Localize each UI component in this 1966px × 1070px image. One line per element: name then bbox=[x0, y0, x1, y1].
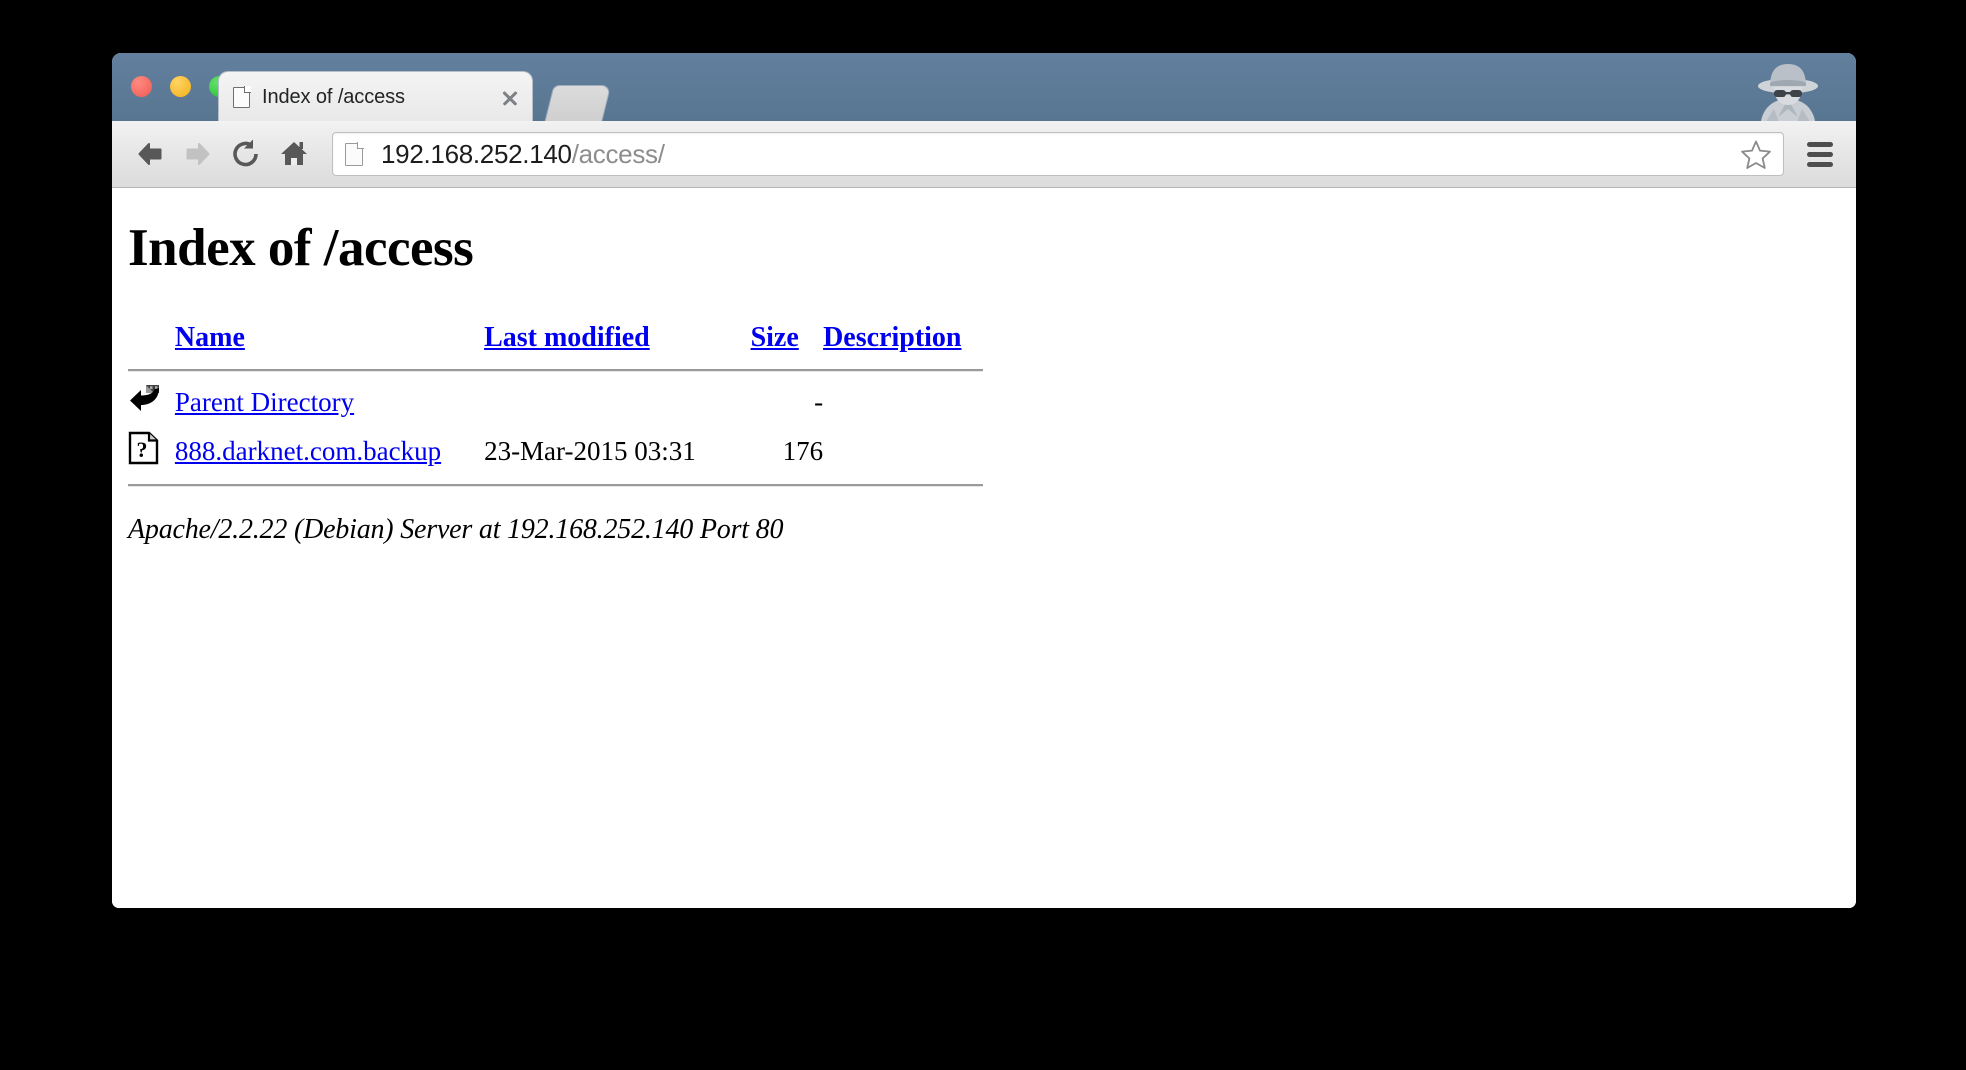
header-divider-cell bbox=[128, 360, 983, 383]
row-description-cell bbox=[823, 383, 983, 421]
desktop-background: Index of /access 192.168.252.140/access/… bbox=[0, 0, 1966, 1070]
row-icon-cell: ? bbox=[128, 431, 175, 472]
forward-arrow-icon bbox=[174, 130, 222, 178]
page-title: Index of /access bbox=[128, 219, 474, 277]
star-icon[interactable] bbox=[1737, 135, 1775, 173]
hamburger-menu-icon[interactable] bbox=[1798, 130, 1842, 178]
browser-tabstrip: Index of /access bbox=[112, 53, 1856, 121]
row-spacer bbox=[128, 421, 983, 431]
page-info-document-icon bbox=[345, 141, 364, 166]
reload-icon[interactable] bbox=[222, 130, 270, 178]
window-controls bbox=[131, 76, 230, 97]
column-header-size[interactable]: Size bbox=[751, 322, 823, 360]
sort-by-description-link[interactable]: Description bbox=[823, 322, 961, 353]
row-description-cell bbox=[823, 431, 983, 472]
home-icon[interactable] bbox=[270, 130, 318, 178]
directory-listing: Name Last modified Size Description Pare… bbox=[128, 322, 1856, 487]
row-name-cell[interactable]: Parent Directory bbox=[175, 383, 484, 421]
column-header-last-modified[interactable]: Last modified bbox=[484, 322, 751, 360]
server-signature: Apache/2.2.22 (Debian) Server at 192.168… bbox=[128, 514, 784, 545]
parent-directory-icon bbox=[128, 385, 161, 420]
file-link[interactable]: 888.darknet.com.backup bbox=[175, 436, 441, 466]
sort-by-date-link[interactable]: Last modified bbox=[484, 322, 650, 353]
address-bar[interactable]: 192.168.252.140/access/ bbox=[332, 132, 1784, 176]
footer-divider-row bbox=[128, 472, 983, 487]
document-icon bbox=[233, 86, 251, 108]
table-row[interactable]: ? 888.darknet.com.backup 23-Mar-2015 03:… bbox=[128, 431, 983, 472]
back-arrow-icon[interactable] bbox=[126, 130, 174, 178]
minimize-window-button[interactable] bbox=[170, 76, 191, 97]
table-header-row: Name Last modified Size Description bbox=[128, 322, 983, 360]
row-size-cell: - bbox=[814, 386, 824, 417]
browser-toolbar: 192.168.252.140/access/ bbox=[112, 121, 1856, 188]
url-path: /access/ bbox=[571, 138, 665, 169]
new-tab-button[interactable] bbox=[544, 85, 612, 121]
unknown-file-icon: ? bbox=[128, 431, 159, 471]
table-row[interactable]: Parent Directory - bbox=[128, 383, 983, 421]
close-icon[interactable] bbox=[498, 86, 522, 110]
header-divider-row bbox=[128, 360, 983, 383]
url-host: 192.168.252.140 bbox=[381, 138, 572, 169]
sort-by-size-link[interactable]: Size bbox=[751, 322, 799, 353]
row-last-modified-cell: 23-Mar-2015 03:31 bbox=[484, 436, 696, 466]
close-window-button[interactable] bbox=[131, 76, 152, 97]
footer-divider-cell bbox=[128, 472, 983, 487]
header-icon-cell bbox=[128, 322, 175, 360]
column-header-name[interactable]: Name bbox=[175, 322, 484, 360]
row-last-modified-cell bbox=[484, 383, 751, 421]
sort-by-name-link[interactable]: Name bbox=[175, 322, 245, 353]
tab-title: Index of /access bbox=[262, 86, 405, 108]
browser-tab-active[interactable]: Index of /access bbox=[218, 71, 533, 121]
browser-window: Index of /access 192.168.252.140/access/… bbox=[112, 53, 1856, 908]
parent-directory-link[interactable]: Parent Directory bbox=[175, 387, 354, 417]
directory-table: Name Last modified Size Description Pare… bbox=[128, 322, 983, 487]
incognito-spy-icon bbox=[1744, 59, 1832, 121]
svg-text:?: ? bbox=[137, 437, 148, 462]
row-name-cell[interactable]: 888.darknet.com.backup bbox=[175, 431, 484, 472]
page-content: Index of /access Name Last modified Size… bbox=[112, 188, 1856, 908]
horizontal-rule-top bbox=[128, 369, 983, 372]
row-icon-cell bbox=[128, 383, 175, 421]
horizontal-rule-bottom bbox=[128, 484, 983, 487]
url-text: 192.168.252.140/access/ bbox=[381, 139, 1737, 170]
column-header-description[interactable]: Description bbox=[823, 322, 983, 360]
row-size-cell: 176 bbox=[782, 436, 824, 466]
